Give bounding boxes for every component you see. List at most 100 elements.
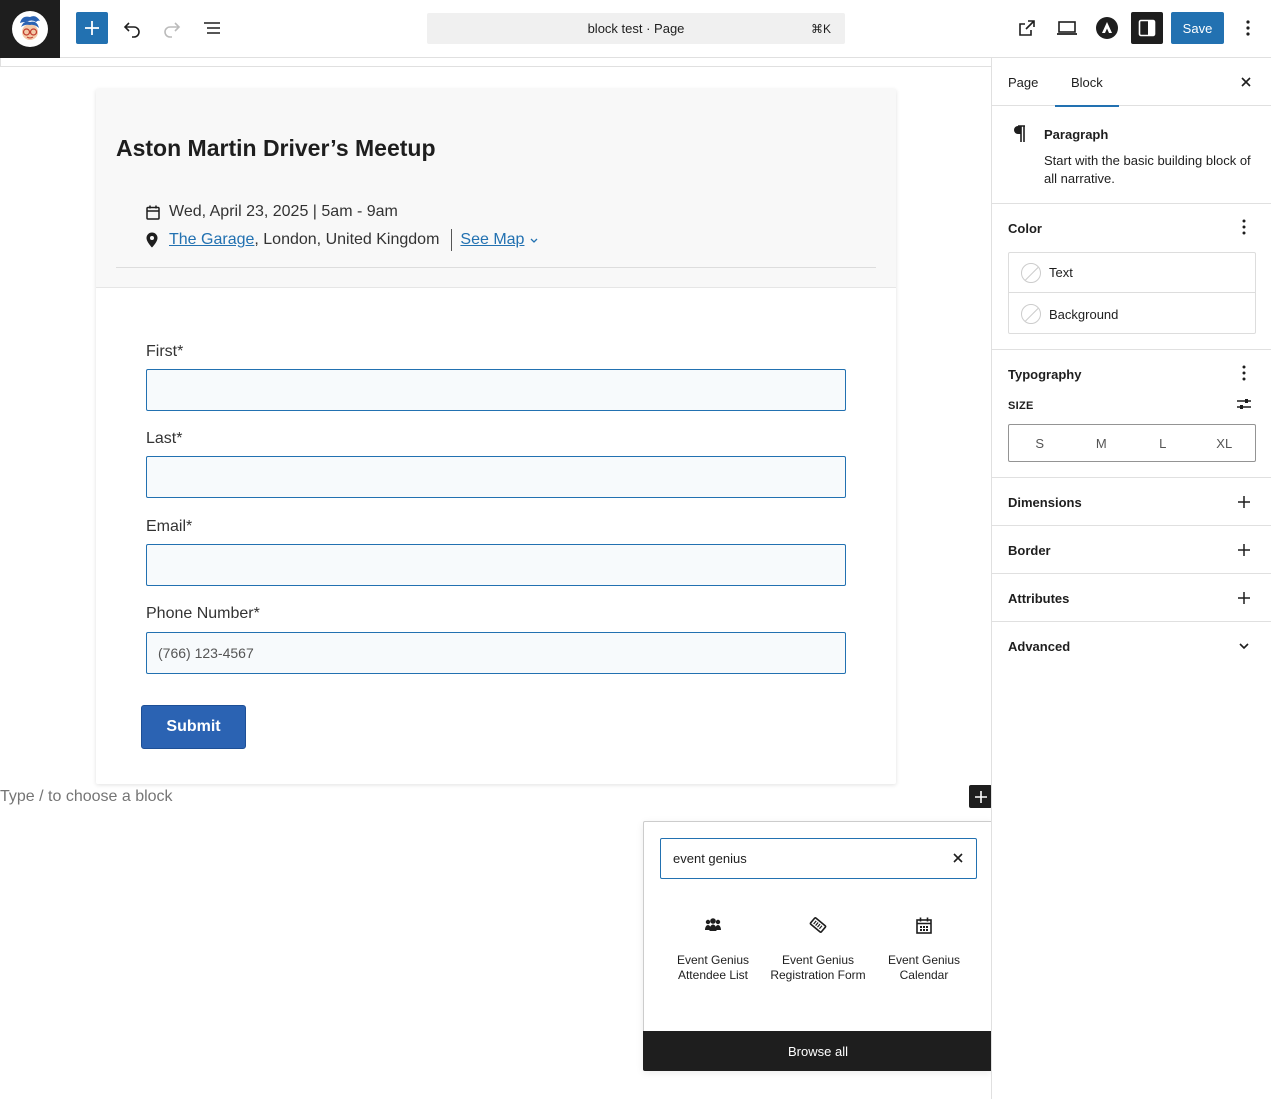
browse-all-button[interactable]: Browse all <box>643 1031 993 1071</box>
custom-size-button[interactable] <box>1236 396 1252 412</box>
border-panel-title: Border <box>1008 543 1051 558</box>
venue-address: , London, United Kingdom <box>254 231 440 248</box>
event-registration-block[interactable]: Aston Martin Driver’s Meetup Wed, April … <box>96 89 896 784</box>
preview-device-button[interactable] <box>1051 12 1083 44</box>
typography-options-button[interactable] <box>1236 365 1252 381</box>
venue-link[interactable]: The Garage <box>169 231 254 249</box>
block-search-value: event genius <box>673 851 747 866</box>
block-option-label: Event Genius Registration Form <box>770 953 866 982</box>
block-option-calendar[interactable]: Event Genius Calendar <box>876 914 972 983</box>
block-card: Paragraph Start with the basic building … <box>992 106 1271 204</box>
redo-icon <box>164 22 181 38</box>
list-view-icon <box>204 22 220 34</box>
attributes-panel[interactable]: Attributes <box>992 574 1271 622</box>
group-icon <box>665 914 761 936</box>
event-title: Aston Martin Driver’s Meetup <box>116 135 436 161</box>
see-map-link[interactable]: See Map <box>460 231 524 249</box>
more-vertical-icon <box>1242 219 1246 235</box>
dimensions-panel-title: Dimensions <box>1008 495 1082 510</box>
block-option-attendee-list[interactable]: Event Genius Attendee List <box>665 914 761 983</box>
plus-icon <box>85 21 99 35</box>
block-inserter-toggle[interactable] <box>76 12 108 44</box>
size-option-m[interactable]: M <box>1071 425 1133 461</box>
border-panel[interactable]: Border <box>992 526 1271 574</box>
last-name-input[interactable] <box>146 456 846 498</box>
chevron-down-icon[interactable] <box>1236 638 1252 654</box>
astra-logo-icon <box>1096 17 1118 39</box>
tab-page[interactable]: Page <box>1008 58 1038 106</box>
event-location-row: The Garage , London, United Kingdom See … <box>146 229 540 251</box>
paragraph-icon <box>1012 125 1026 148</box>
close-icon <box>953 853 963 863</box>
close-icon <box>1241 77 1251 87</box>
plus-icon <box>974 790 987 803</box>
settings-sidebar: Page Block Paragraph Start with the basi… <box>991 58 1271 1099</box>
last-name-label: Last* <box>146 430 183 447</box>
sidebar-tabs: Page Block <box>992 58 1271 107</box>
background-color-label: Background <box>1049 306 1119 322</box>
close-sidebar-button[interactable] <box>1238 74 1254 90</box>
map-pin-icon <box>146 232 160 248</box>
text-color-label: Text <box>1049 265 1073 280</box>
save-button[interactable]: Save <box>1171 12 1224 44</box>
block-option-label: Event Genius Attendee List <box>676 953 750 982</box>
calendar-icon <box>146 204 160 220</box>
quick-inserter-popover: event genius Event Genius Attendee List … <box>643 821 993 1071</box>
background-color-option[interactable]: Background <box>1009 294 1255 334</box>
size-option-s[interactable]: S <box>1009 425 1071 461</box>
command-palette-bar[interactable]: block test · Page ⌘K <box>427 13 845 44</box>
site-avatar-icon <box>12 11 48 47</box>
theme-options-button[interactable] <box>1091 12 1123 44</box>
dimensions-panel[interactable]: Dimensions <box>992 478 1271 526</box>
settings-sliders-icon <box>1237 399 1251 409</box>
block-search-input[interactable]: event genius <box>660 838 977 879</box>
view-page-button[interactable] <box>1011 12 1043 44</box>
block-card-description: Start with the basic building block of a… <box>1044 153 1251 186</box>
chevron-down-icon[interactable] <box>528 234 540 246</box>
undo-icon <box>123 22 140 38</box>
color-options-button[interactable] <box>1236 219 1252 235</box>
first-name-input[interactable] <box>146 369 846 411</box>
plus-icon[interactable] <box>1236 494 1252 510</box>
event-header: Aston Martin Driver’s Meetup Wed, April … <box>96 89 896 288</box>
desktop-icon <box>1057 21 1077 35</box>
document-title: block test · Page <box>587 21 685 36</box>
calendar-icon <box>876 914 972 936</box>
undo-button[interactable] <box>116 12 148 44</box>
text-color-option[interactable]: Text <box>1009 253 1255 293</box>
empty-block-placeholder[interactable]: Type / to choose a block <box>0 788 173 806</box>
color-panel: Color Text Background <box>992 204 1271 350</box>
event-datetime: Wed, April 23, 2025 | 5am - 9am <box>169 203 398 220</box>
size-option-l[interactable]: L <box>1132 425 1194 461</box>
sidebar-icon <box>1138 19 1156 37</box>
size-option-xl[interactable]: XL <box>1194 425 1256 461</box>
submit-button[interactable]: Submit <box>141 705 246 749</box>
tab-block[interactable]: Block <box>1055 58 1119 107</box>
block-outline <box>0 66 991 67</box>
first-name-label: First* <box>146 343 184 360</box>
attributes-panel-title: Attributes <box>1008 591 1070 606</box>
block-outline-edge <box>0 58 1 67</box>
plus-icon[interactable] <box>1236 542 1252 558</box>
phone-label: Phone Number* <box>146 605 260 622</box>
site-logo[interactable] <box>0 0 60 58</box>
settings-sidebar-toggle[interactable] <box>1131 12 1163 44</box>
clear-search-button[interactable] <box>950 850 966 866</box>
plus-icon[interactable] <box>1236 590 1252 606</box>
more-vertical-icon <box>1246 20 1250 36</box>
color-panel-title: Color <box>1008 221 1042 236</box>
color-settings-group: Text Background <box>1008 252 1256 334</box>
block-option-registration-form[interactable]: Event Genius Registration Form <box>770 914 866 983</box>
block-card-title: Paragraph <box>1044 127 1109 142</box>
advanced-panel[interactable]: Advanced <box>992 622 1271 670</box>
options-menu-button[interactable] <box>1232 12 1264 44</box>
email-label: Email* <box>146 518 193 535</box>
typography-panel-title: Typography <box>1008 367 1082 382</box>
more-vertical-icon <box>1242 365 1246 381</box>
header-divider <box>116 267 876 268</box>
inline-inserter-button[interactable] <box>969 785 992 808</box>
phone-input[interactable]: (766) 123-4567 <box>146 632 846 674</box>
email-input[interactable] <box>146 544 846 586</box>
document-overview-button[interactable] <box>196 12 228 44</box>
redo-button[interactable] <box>156 12 188 44</box>
